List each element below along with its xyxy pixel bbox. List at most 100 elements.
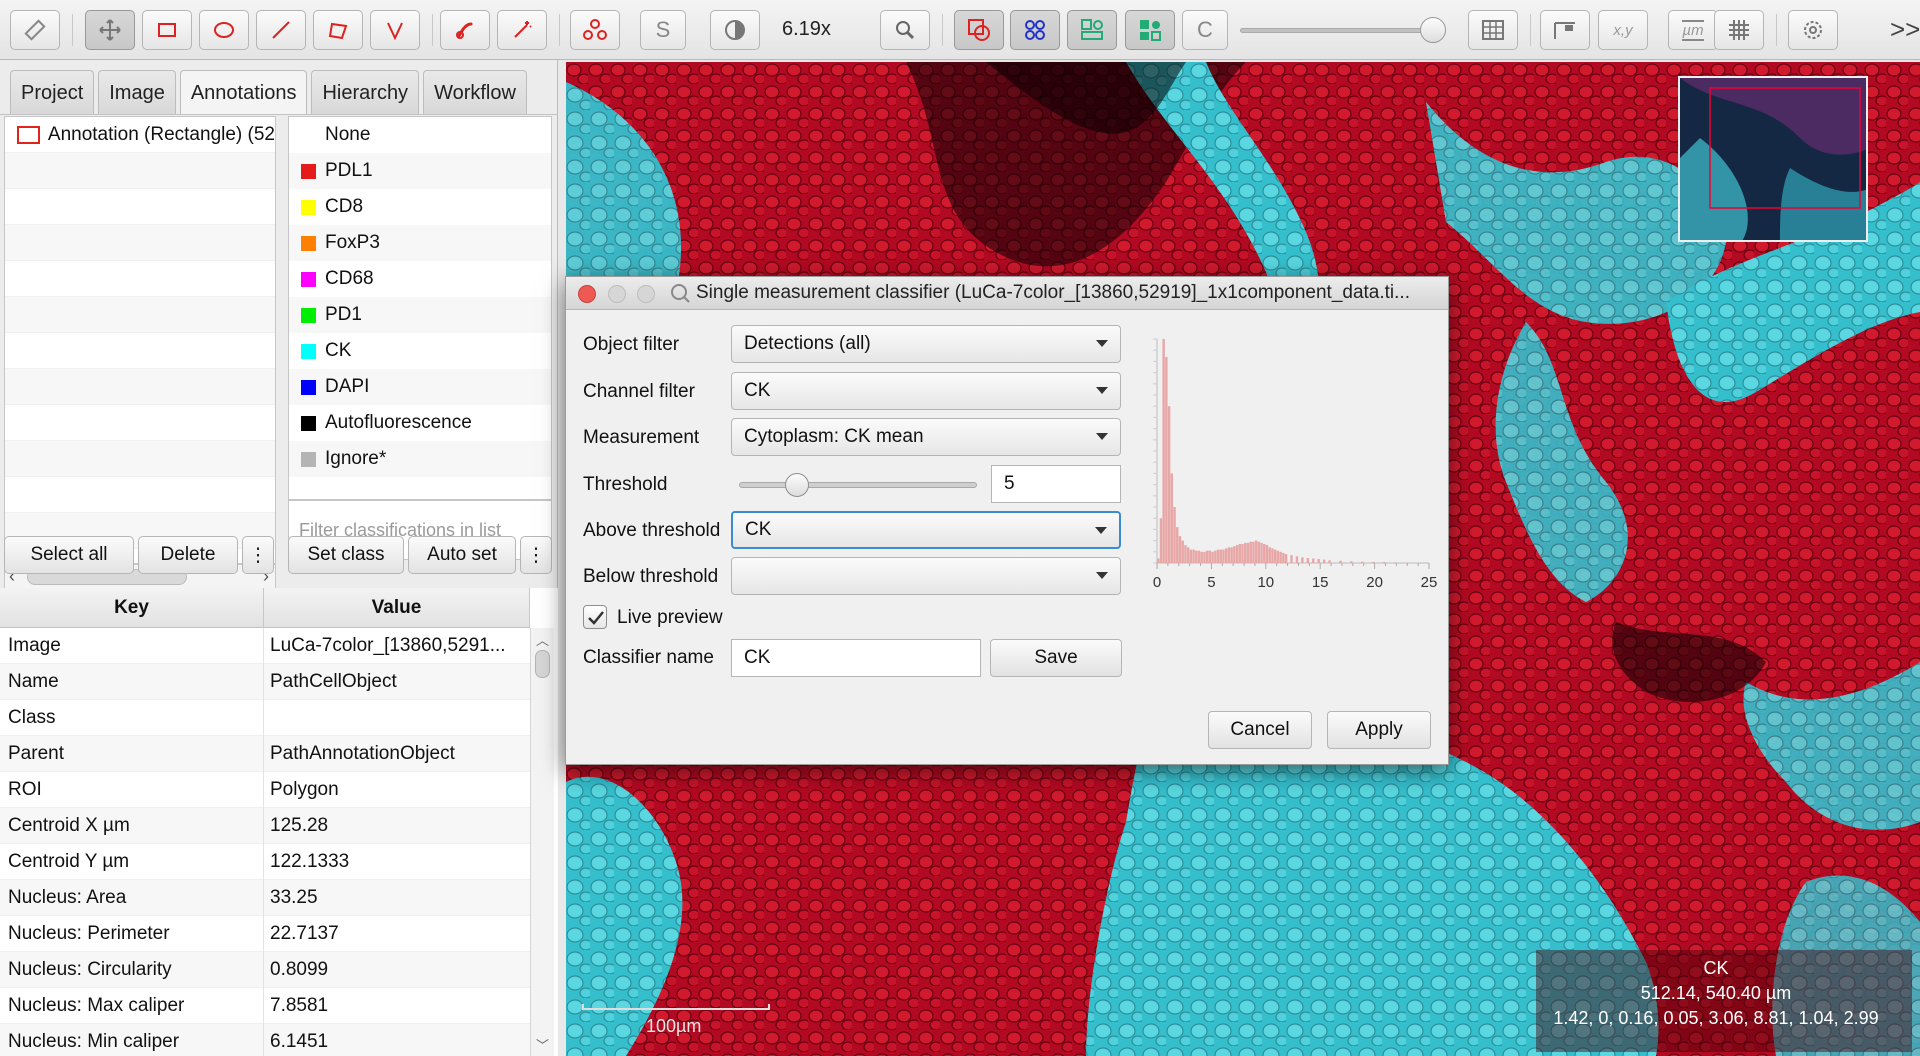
zoom-to-fit-button[interactable] — [880, 10, 930, 50]
class-item-cd68[interactable]: CD68 — [289, 261, 551, 297]
below-threshold-select[interactable] — [731, 557, 1121, 595]
show-grid-button[interactable] — [1714, 10, 1764, 50]
tab-annotations[interactable]: Annotations — [179, 70, 308, 115]
tab-project[interactable]: Project — [10, 70, 95, 115]
close-icon[interactable] — [578, 285, 596, 303]
annotation-menu-button[interactable]: ⋮ — [242, 536, 274, 574]
table-row[interactable]: Nucleus: Max caliper 7.8581 — [0, 987, 530, 1024]
overview-thumbnail[interactable] — [1678, 76, 1868, 242]
cancel-button[interactable]: Cancel — [1208, 711, 1312, 749]
table-row[interactable]: Centroid Y µm 122.1333 — [0, 843, 530, 880]
histogram-bar — [1186, 547, 1190, 563]
polygon-tool-button[interactable] — [313, 10, 363, 50]
histogram-bar — [1290, 555, 1293, 563]
key-column-header[interactable]: Key — [0, 588, 264, 627]
polyline-tool-button[interactable] — [370, 10, 420, 50]
annotation-list-item[interactable]: Annotation (Rectangle) (52 — [5, 117, 275, 153]
live-preview-checkbox[interactable] — [583, 605, 607, 629]
histogram-bar — [1371, 561, 1375, 563]
show-tma-grid-button[interactable] — [1010, 10, 1060, 50]
ellipse-tool-button[interactable] — [199, 10, 249, 50]
class-item-cd8[interactable]: CD8 — [289, 189, 551, 225]
fill-detections-icon — [1137, 17, 1163, 43]
annotation-list[interactable]: Annotation (Rectangle) (52 — [4, 116, 276, 564]
channel-filter-select[interactable]: CK — [731, 372, 1121, 410]
tab-image[interactable]: Image — [98, 70, 176, 115]
table-row[interactable]: Class — [0, 699, 530, 736]
tab-hierarchy[interactable]: Hierarchy — [311, 70, 420, 115]
class-color-swatch — [301, 199, 316, 215]
class-item-none[interactable]: None — [289, 117, 551, 153]
opacity-slider[interactable] — [1240, 28, 1438, 33]
object-filter-select[interactable]: Detections (all) — [731, 325, 1121, 363]
class-item-pdl1[interactable]: PDL1 — [289, 153, 551, 189]
measurement-table-scrollbar[interactable]: ︿ ﹀ — [530, 628, 554, 1056]
minimize-icon[interactable] — [608, 285, 626, 303]
wand-tool-button[interactable] — [497, 10, 547, 50]
table-row[interactable]: Centroid X µm 125.28 — [0, 807, 530, 844]
tab-workflow[interactable]: Workflow — [423, 70, 527, 115]
preferences-button[interactable] — [1788, 10, 1838, 50]
threshold-input[interactable]: 5 — [991, 465, 1121, 503]
measurement-histogram: 0 5 10 15 20 25 — [1153, 338, 1437, 591]
histogram-bar — [1284, 554, 1288, 563]
property-value: 0.8099 — [270, 958, 329, 980]
measure-tool-button[interactable] — [10, 10, 60, 50]
table-row[interactable]: Nucleus: Area 33.25 — [0, 879, 530, 916]
brush-tool-button[interactable] — [440, 10, 490, 50]
show-detections-button[interactable] — [1067, 10, 1117, 50]
scroll-up-icon[interactable]: ︿ — [536, 630, 549, 649]
above-threshold-select[interactable]: CK — [731, 511, 1121, 549]
class-item-pd1[interactable]: PD1 — [289, 297, 551, 333]
table-row[interactable]: Nucleus: Perimeter 22.7137 — [0, 915, 530, 952]
move-tool-button[interactable] — [85, 10, 135, 50]
histogram-bar — [1279, 551, 1282, 563]
threshold-slider[interactable] — [739, 482, 977, 488]
show-scalebar-button[interactable]: µm — [1668, 10, 1718, 50]
opacity-slider-thumb[interactable] — [1420, 17, 1446, 43]
line-tool-button[interactable] — [256, 10, 306, 50]
select-all-button[interactable]: Select all — [4, 536, 134, 574]
auto-set-button[interactable]: Auto set — [408, 536, 516, 574]
live-preview-label: Live preview — [617, 607, 723, 628]
delete-button[interactable]: Delete — [138, 536, 238, 574]
show-overview-button[interactable] — [1540, 10, 1590, 50]
brightness-contrast-button[interactable] — [710, 10, 760, 50]
more-tools-chevron[interactable]: >> — [1890, 14, 1920, 45]
table-row[interactable]: Nucleus: Min caliper 6.1451 — [0, 1023, 530, 1056]
rectangle-tool-button[interactable] — [142, 10, 192, 50]
measurement-select[interactable]: Cytoplasm: CK mean — [731, 418, 1121, 456]
table-row[interactable]: Name PathCellObject — [0, 663, 530, 700]
threshold-slider-thumb[interactable] — [785, 473, 809, 497]
show-annotations-button[interactable] — [954, 10, 1004, 50]
table-row[interactable]: Image LuCa-7color_[13860,5291... — [0, 627, 530, 664]
class-item-foxp3[interactable]: FoxP3 — [289, 225, 551, 261]
classifier-name-input[interactable]: CK — [731, 639, 981, 677]
class-menu-button[interactable]: ⋮ — [520, 536, 552, 574]
property-key: ROI — [0, 771, 264, 808]
dialog-titlebar[interactable]: Single measurement classifier (LuCa-7col… — [566, 277, 1448, 310]
value-column-header[interactable]: Value — [264, 588, 530, 627]
save-button[interactable]: Save — [990, 639, 1122, 677]
show-location-button[interactable]: x,y — [1598, 10, 1648, 50]
fill-detections-button[interactable] — [1125, 10, 1175, 50]
class-item-ck[interactable]: CK — [289, 333, 551, 369]
classification-list[interactable]: None PDL1 CD8 FoxP3 CD68 PD1 CK DAPI Aut… — [288, 116, 552, 500]
class-item-ignore[interactable]: Ignore* — [289, 441, 551, 477]
above-threshold-value: CK — [745, 519, 772, 540]
scroll-thumb[interactable] — [535, 650, 550, 678]
selection-mode-button[interactable]: S — [640, 10, 686, 50]
histogram-bar — [1328, 560, 1331, 563]
show-connections-button[interactable]: C — [1182, 10, 1228, 50]
table-row[interactable]: ROI Polygon — [0, 771, 530, 808]
maximize-icon[interactable] — [637, 285, 655, 303]
measurement-table-button[interactable] — [1468, 10, 1518, 50]
points-tool-button[interactable] — [570, 10, 620, 50]
class-item-autofluorescence[interactable]: Autofluorescence — [289, 405, 551, 441]
class-item-dapi[interactable]: DAPI — [289, 369, 551, 405]
table-row[interactable]: Nucleus: Circularity 0.8099 — [0, 951, 530, 988]
table-row[interactable]: Parent PathAnnotationObject — [0, 735, 530, 772]
set-class-button[interactable]: Set class — [288, 536, 404, 574]
scroll-down-icon[interactable]: ﹀ — [536, 1035, 549, 1054]
apply-button[interactable]: Apply — [1327, 711, 1431, 749]
